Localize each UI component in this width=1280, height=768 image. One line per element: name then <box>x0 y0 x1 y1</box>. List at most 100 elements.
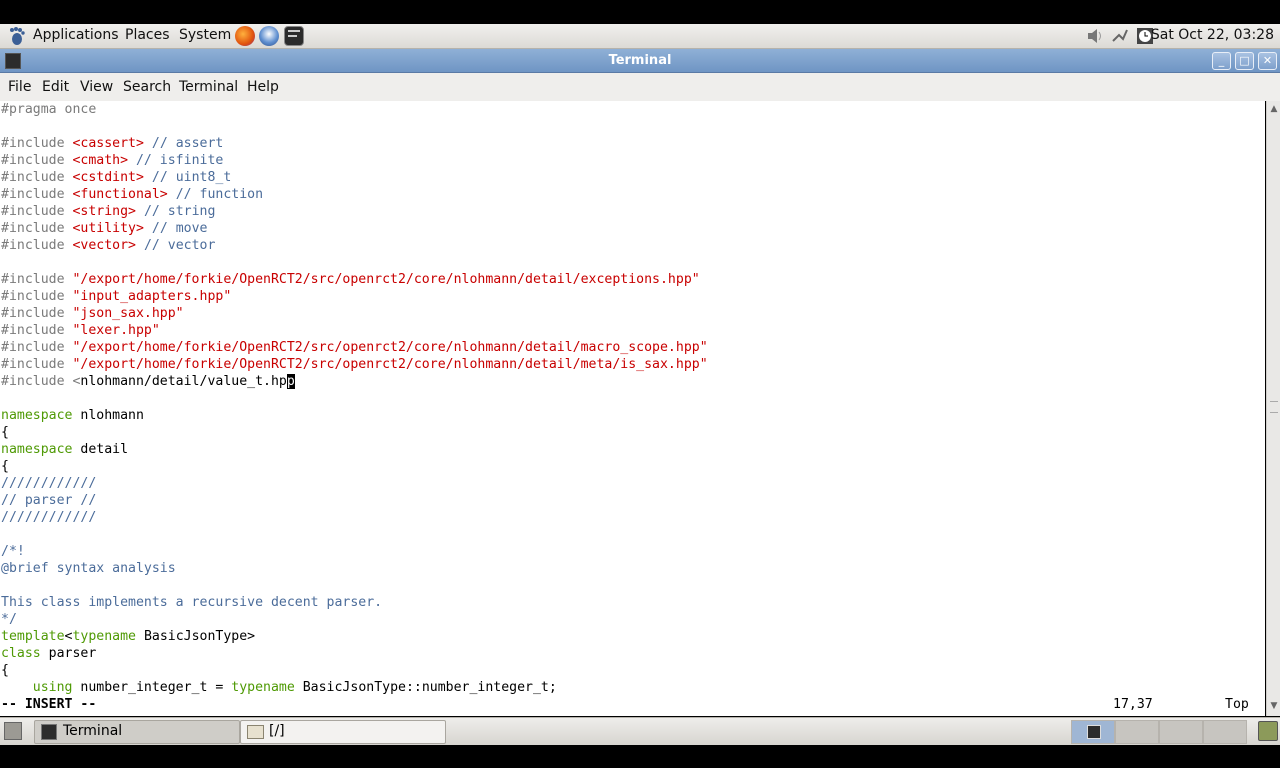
code-token: #include <box>1 221 73 236</box>
code-token: #include <box>1 289 73 304</box>
code-line: */ <box>1 611 17 628</box>
code-token: "json_sax.hpp" <box>72 306 184 321</box>
code-token: "/export/home/forkie/OpenRCT2/src/openrc… <box>72 272 700 287</box>
taskbar-terminal-label: Terminal <box>63 723 123 739</box>
vim-status-line: -- INSERT -- 17,37 Top <box>0 696 1265 713</box>
code-token: #include <box>1 323 73 338</box>
trash-icon[interactable] <box>1258 721 1278 741</box>
minimize-button[interactable]: _ <box>1212 52 1231 70</box>
code-token: <utility> <box>72 221 144 236</box>
workspace-3[interactable] <box>1159 720 1203 744</box>
terminal-task-icon <box>41 724 57 740</box>
code-token: // isfinite <box>128 153 224 168</box>
code-line: /*! <box>1 543 25 560</box>
firefox-icon[interactable] <box>235 26 255 46</box>
code-token: #include <box>1 357 73 372</box>
code-token: nlohmann <box>72 408 144 423</box>
terminal-window-icon[interactable] <box>5 53 21 69</box>
gnome-foot-icon[interactable] <box>6 26 26 46</box>
menu-view[interactable]: View <box>80 79 113 95</box>
scroll-position: Top <box>1225 697 1249 712</box>
workspace-2[interactable] <box>1115 720 1159 744</box>
maximize-button[interactable]: □ <box>1235 52 1254 70</box>
code-token: typename <box>72 629 137 644</box>
code-line: { <box>1 662 9 679</box>
scroll-down-arrow-icon[interactable]: ▼ <box>1269 701 1279 711</box>
code-line: //////////// <box>1 509 96 526</box>
workspace-1[interactable] <box>1071 720 1115 744</box>
code-token: #include <box>1 153 73 168</box>
code-token: BasicJsonType::number_integer_t; <box>294 680 557 695</box>
taskbar-folder[interactable]: [/] <box>240 720 446 744</box>
terminal-text-area[interactable]: #pragma once #include <cassert> // assert… <box>0 101 1265 716</box>
taskbar-terminal[interactable]: Terminal <box>34 720 240 744</box>
code-token: #include <box>1 187 73 202</box>
code-line: namespace nlohmann <box>1 407 144 424</box>
code-line: #include "/export/home/forkie/OpenRCT2/s… <box>1 356 708 373</box>
taskbar-folder-label: [/] <box>269 723 285 739</box>
code-token: #include <box>1 136 73 151</box>
code-token: #include <box>1 204 73 219</box>
code-token: nlohmann/detail/value_t.hp <box>80 374 287 389</box>
code-line: #include <string> // string <box>1 203 215 220</box>
clock-label[interactable]: Sat Oct 22, 03:28 <box>1151 27 1274 43</box>
code-token: namespace <box>1 442 73 457</box>
vertical-scrollbar[interactable]: ▲ ▼ <box>1266 101 1280 716</box>
code-token: "/export/home/forkie/OpenRCT2/src/openrc… <box>72 357 708 372</box>
menu-places[interactable]: Places <box>125 27 170 43</box>
network-icon[interactable] <box>1111 27 1129 45</box>
code-token: number_integer_t = <box>72 680 232 695</box>
menu-applications[interactable]: Applications <box>33 27 119 43</box>
show-desktop-icon[interactable] <box>4 722 22 740</box>
thunderbird-icon[interactable] <box>259 26 279 46</box>
code-line: #include "input_adapters.hpp" <box>1 288 231 305</box>
scrollbar-grip[interactable] <box>1270 401 1278 413</box>
code-line: #include <functional> // function <box>1 186 263 203</box>
code-token: "input_adapters.hpp" <box>72 289 232 304</box>
menu-system[interactable]: System <box>179 27 231 43</box>
code-line: #include <utility> // move <box>1 220 207 237</box>
code-token: // uint8_t <box>143 170 232 185</box>
code-line: #pragma once <box>1 101 96 118</box>
code-token: "/export/home/forkie/OpenRCT2/src/openrc… <box>72 340 708 355</box>
code-line: #include <vector> // vector <box>1 237 215 254</box>
code-token: <cstdint> <box>72 170 144 185</box>
code-token: */ <box>1 612 17 627</box>
code-token: { <box>1 663 9 678</box>
code-token: template <box>1 629 65 644</box>
code-token: #include < <box>1 374 81 389</box>
code-token: #include <box>1 238 73 253</box>
code-line: class parser <box>1 645 96 662</box>
menu-help[interactable]: Help <box>247 79 279 95</box>
code-token: // parser // <box>1 493 97 508</box>
workspace-4[interactable] <box>1203 720 1247 744</box>
code-token: <vector> <box>72 238 136 253</box>
code-token: #include <box>1 170 73 185</box>
code-line: #include "json_sax.hpp" <box>1 305 184 322</box>
folder-icon <box>247 725 264 739</box>
menu-terminal[interactable]: Terminal <box>179 79 238 95</box>
terminal-launcher-icon[interactable] <box>284 26 304 46</box>
volume-icon[interactable] <box>1086 27 1104 45</box>
code-line: { <box>1 458 9 475</box>
code-line: template<typename BasicJsonType> <box>1 628 255 645</box>
bottom-panel: Terminal [/] <box>0 717 1280 745</box>
code-token: //////////// <box>1 476 97 491</box>
code-token: // move <box>143 221 208 236</box>
window-titlebar[interactable]: Terminal _ □ ✕ <box>0 49 1280 73</box>
code-line: #include "lexer.hpp" <box>1 322 160 339</box>
code-token: #include <box>1 340 73 355</box>
close-button[interactable]: ✕ <box>1258 52 1277 70</box>
menu-search[interactable]: Search <box>123 79 171 95</box>
scroll-up-arrow-icon[interactable]: ▲ <box>1269 104 1279 114</box>
code-token: // string <box>136 204 216 219</box>
code-token: // vector <box>136 238 216 253</box>
code-line: #include <nlohmann/detail/value_t.hpp <box>1 373 295 390</box>
code-line: #include <cassert> // assert <box>1 135 223 152</box>
menu-file[interactable]: File <box>8 79 31 95</box>
menu-edit[interactable]: Edit <box>42 79 69 95</box>
code-token: { <box>1 425 9 440</box>
code-token: class <box>1 646 41 661</box>
vim-mode-indicator: -- INSERT -- <box>1 697 97 712</box>
